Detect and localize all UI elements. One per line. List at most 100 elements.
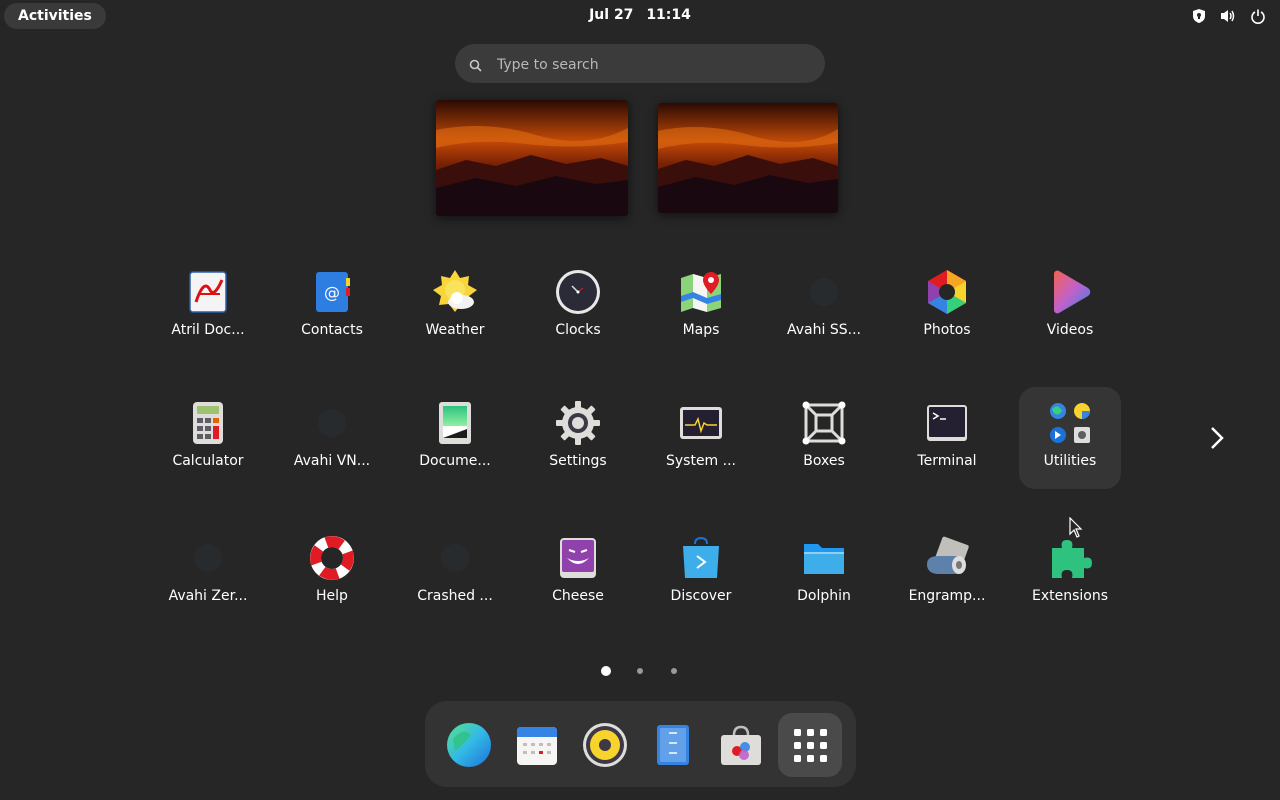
- app-label: Engramp...: [908, 588, 986, 604]
- workspace-thumbnail-1[interactable]: [436, 100, 628, 216]
- app-tile-cheese[interactable]: Cheese: [527, 522, 629, 624]
- utilities-folder-icon: [1046, 399, 1094, 447]
- app-label: Avahi SS...: [787, 322, 861, 338]
- dock-rhythmbox[interactable]: [573, 713, 637, 777]
- app-label: Calculator: [172, 453, 244, 469]
- app-label: System ...: [665, 453, 736, 469]
- app-label: Extensions: [1031, 588, 1109, 604]
- app-tile-help[interactable]: Help: [281, 522, 383, 624]
- files-icon: [657, 725, 689, 765]
- page-dot-3[interactable]: [671, 668, 677, 674]
- top-bar: Activities Jul 27 11:14: [0, 0, 1280, 32]
- app-tile-boxes[interactable]: Boxes: [773, 387, 875, 489]
- avahi-vnc-icon: [308, 399, 356, 447]
- clocks-icon: [554, 268, 602, 316]
- app-tile-system-monitor[interactable]: System ...: [650, 387, 752, 489]
- search-icon: [469, 57, 482, 76]
- weather-icon: [431, 268, 479, 316]
- app-tile-engrampa[interactable]: Engramp...: [896, 522, 998, 624]
- discover-icon: [677, 534, 725, 582]
- document-scanner-icon: [431, 399, 479, 447]
- rhythmbox-icon: [583, 723, 627, 767]
- search-bar[interactable]: [455, 44, 825, 85]
- dock: [425, 701, 856, 787]
- boxes-icon: [800, 399, 848, 447]
- app-tile-photos[interactable]: Photos: [896, 256, 998, 358]
- app-tile-weather[interactable]: Weather: [404, 256, 506, 358]
- videos-icon: [1046, 268, 1094, 316]
- app-label: Videos: [1046, 322, 1094, 338]
- avahi-zeroconf-icon: [184, 534, 232, 582]
- system-monitor-icon: [677, 399, 725, 447]
- app-label: Discover: [670, 588, 732, 604]
- calendar-icon: [517, 727, 557, 765]
- workspace-thumbnail-2[interactable]: [658, 103, 838, 213]
- app-folder-utilities[interactable]: Utilities: [1019, 387, 1121, 489]
- app-tile-maps[interactable]: Maps: [650, 256, 752, 358]
- app-label: Clocks: [555, 322, 601, 338]
- app-tile-avahi-zeroconf[interactable]: Avahi Zer...: [157, 522, 259, 624]
- app-label: Atril Doc...: [171, 322, 245, 338]
- app-tile-document-scanner[interactable]: Docume...: [404, 387, 506, 489]
- app-tile-dolphin[interactable]: Dolphin: [773, 522, 875, 624]
- dock-show-apps[interactable]: [778, 713, 842, 777]
- app-tile-settings[interactable]: Settings: [527, 387, 629, 489]
- search-input[interactable]: [495, 44, 809, 85]
- clock[interactable]: Jul 27 11:14: [0, 7, 1280, 23]
- avahi-ssh-icon: [800, 268, 848, 316]
- app-label: Dolphin: [797, 588, 851, 604]
- page-dot-2[interactable]: [637, 668, 643, 674]
- app-tile-clocks[interactable]: Clocks: [527, 256, 629, 358]
- app-tile-avahi-vnc[interactable]: Avahi VN...: [281, 387, 383, 489]
- dolphin-icon: [800, 534, 848, 582]
- app-tile-contacts[interactable]: @ Contacts: [281, 256, 383, 358]
- crashed-processes-icon: [431, 534, 479, 582]
- engrampa-icon: [923, 534, 971, 582]
- volume-icon[interactable]: [1220, 8, 1236, 24]
- clock-date: Jul 27: [589, 7, 634, 23]
- power-icon[interactable]: [1250, 8, 1266, 24]
- page-dot-1[interactable]: [601, 666, 611, 676]
- dock-web-browser[interactable]: [437, 713, 501, 777]
- app-label: Contacts: [301, 322, 363, 338]
- software-icon: [721, 725, 761, 765]
- mouse-cursor-icon: [1069, 516, 1083, 543]
- app-label: Settings: [549, 453, 607, 469]
- contacts-icon: @: [308, 268, 356, 316]
- app-label: Terminal: [917, 453, 977, 469]
- app-tile-atril[interactable]: Atril Doc...: [157, 256, 259, 358]
- dock-software[interactable]: [709, 713, 773, 777]
- settings-icon: [554, 399, 602, 447]
- cheese-icon: [554, 534, 602, 582]
- app-tile-calculator[interactable]: Calculator: [157, 387, 259, 489]
- app-label: Docume...: [419, 453, 491, 469]
- app-label: Crashed ...: [417, 588, 493, 604]
- app-tile-crashed-processes[interactable]: Crashed ...: [404, 522, 506, 624]
- app-label: Help: [316, 588, 348, 604]
- show-apps-icon: [794, 729, 827, 762]
- dock-calendar[interactable]: [505, 713, 569, 777]
- shield-icon[interactable]: [1192, 8, 1206, 24]
- web-browser-icon: [447, 723, 491, 767]
- app-tile-terminal[interactable]: Terminal: [896, 387, 998, 489]
- terminal-icon: [923, 399, 971, 447]
- app-tile-discover[interactable]: Discover: [650, 522, 752, 624]
- app-label: Avahi VN...: [293, 453, 371, 469]
- app-label: Photos: [923, 322, 971, 338]
- atril-icon: [184, 268, 232, 316]
- app-tile-videos[interactable]: Videos: [1019, 256, 1121, 358]
- chevron-right-icon: [1205, 427, 1229, 456]
- photos-icon: [923, 268, 971, 316]
- clock-time: 11:14: [646, 7, 691, 23]
- app-tile-avahi-ssh[interactable]: Avahi SS...: [773, 256, 875, 358]
- maps-icon: [677, 268, 725, 316]
- dock-files[interactable]: [641, 713, 705, 777]
- app-label: Weather: [425, 322, 485, 338]
- next-page-button[interactable]: [1205, 424, 1229, 456]
- app-label: Utilities: [1043, 453, 1097, 469]
- app-label: Avahi Zer...: [168, 588, 248, 604]
- app-label: Maps: [682, 322, 720, 338]
- svg-text:@: @: [324, 283, 340, 302]
- help-icon: [308, 534, 356, 582]
- system-tray[interactable]: [1192, 8, 1266, 24]
